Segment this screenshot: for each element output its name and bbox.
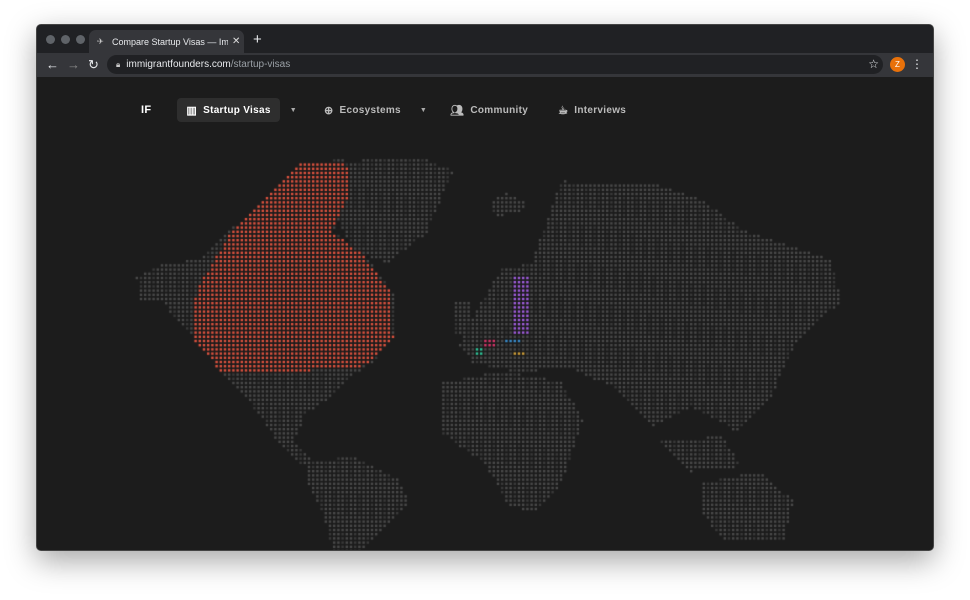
globe-icon: ⊕ [323, 104, 334, 117]
back-icon[interactable]: ← [46, 57, 59, 72]
tab-bar: ✈ Compare Startup Visas — Immigrant Foun… [37, 25, 933, 53]
site-nav: IF ▥ Startup Visas ▼ ⊕ Ecosystems ▼ 👥︎ Comm… [141, 97, 635, 123]
profile-avatar[interactable]: Z [890, 57, 905, 72]
nav-interviews[interactable]: ☕︎ Interviews [549, 98, 635, 122]
url-path: /startup-visas [230, 59, 291, 70]
bookmark-star-icon[interactable]: ☆ [868, 57, 879, 71]
nav-label: Community [470, 104, 529, 116]
browser-window: ✈ Compare Startup Visas — Immigrant Foun… [36, 24, 934, 551]
world-dot-map[interactable] [37, 77, 933, 550]
page-content: IF ▥ Startup Visas ▼ ⊕ Ecosystems ▼ 👥︎ Comm… [37, 77, 933, 550]
nav-label: Ecosystems [339, 104, 401, 116]
nav-label: Startup Visas [203, 104, 271, 116]
maximize-window-button[interactable] [76, 35, 85, 44]
nav-community[interactable]: 👥︎ Community [441, 98, 537, 122]
favicon-icon: ✈ [97, 37, 104, 46]
nav-startup-visas[interactable]: ▥ Startup Visas [177, 98, 280, 122]
map-icon: ▥ [186, 104, 198, 117]
url-host: immigrantfounders.com [126, 59, 231, 70]
address-bar: ← → ↻ 🔒︎ immigrantfounders.com/startup-v… [37, 53, 933, 77]
coffee-icon: ☕︎ [558, 104, 569, 117]
window-controls[interactable] [46, 35, 85, 44]
nav-ecosystems[interactable]: ⊕ Ecosystems [315, 98, 410, 122]
url-input[interactable]: 🔒︎ immigrantfounders.com/startup-visas [107, 55, 883, 74]
forward-icon[interactable]: → [67, 57, 80, 72]
minimize-window-button[interactable] [61, 35, 70, 44]
browser-menu-icon[interactable]: ⋮ [911, 57, 923, 71]
tab-title: Compare Startup Visas — Immigrant Founde… [112, 36, 228, 47]
nav-label: Interviews [574, 104, 627, 116]
close-tab-icon[interactable]: ✕ [232, 36, 240, 47]
chevron-down-icon[interactable]: ▼ [420, 107, 427, 114]
reload-icon[interactable]: ↻ [88, 57, 99, 73]
browser-tab[interactable]: ✈ Compare Startup Visas — Immigrant Foun… [89, 30, 244, 53]
users-icon: 👥︎ [450, 104, 465, 117]
site-logo[interactable]: IF [141, 104, 151, 116]
close-window-button[interactable] [46, 35, 55, 44]
chevron-down-icon[interactable]: ▼ [290, 107, 297, 114]
lock-icon: 🔒︎ [116, 59, 121, 69]
new-tab-button[interactable]: + [253, 31, 262, 48]
